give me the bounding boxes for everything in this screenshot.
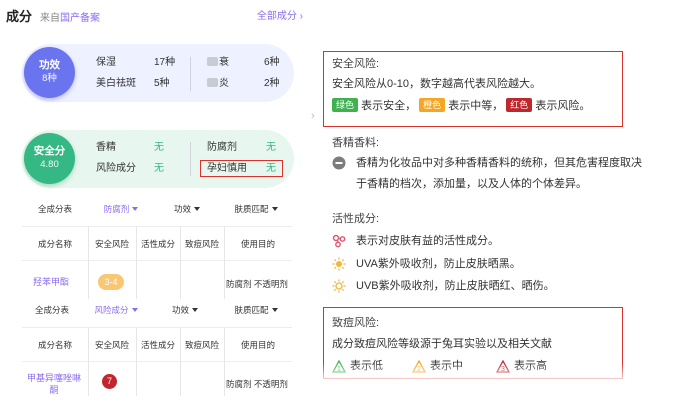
acne-legend-title: 致痘风险:	[332, 317, 380, 329]
filter-all-ingredients[interactable]: 全成分表	[22, 198, 88, 220]
efficacy-item-name: 炎	[207, 77, 229, 90]
ingredient-purpose: 防腐剂 不透明剂	[226, 279, 288, 289]
safety-item-name: 孕妇慎用	[207, 163, 247, 174]
molecule-icon	[332, 234, 346, 248]
chevron-down-icon	[194, 207, 200, 211]
efficacy-item-count: 17种	[154, 57, 176, 68]
table2-col-line	[224, 328, 225, 396]
filter-all-ingredients[interactable]: 全成分表	[22, 299, 82, 321]
col-acne-risk: 致痘风险	[184, 340, 219, 350]
fragrance-legend-desc-2: 于香精的档次，添加量，以及人体的个体差异。	[356, 178, 587, 190]
col-ingredient-name: 成分名称	[37, 340, 72, 350]
uva-sun-icon	[332, 257, 346, 271]
ingredient-name-link[interactable]: 甲基异噻唑啉酮	[24, 372, 84, 396]
safety-score-badge: 安全分 4.80	[24, 133, 75, 184]
safety-divider	[190, 142, 191, 176]
efficacy-label: 功效	[39, 59, 60, 71]
col-ingredient-name: 成分名称	[37, 239, 72, 249]
filter-efficacy[interactable]: 功效	[154, 198, 220, 220]
minus-circle-icon	[332, 156, 346, 170]
efficacy-item-count: 2种	[264, 78, 280, 89]
active-legend-title: 活性成分:	[332, 213, 380, 225]
safety-legend-title: 安全风险:	[332, 58, 380, 70]
safety-item-value: 无	[154, 142, 164, 153]
col-active-ingredient: 活性成分	[140, 340, 175, 350]
ingredient-name-link[interactable]: 羟苯甲酯	[33, 276, 69, 288]
efficacy-item-name: 衰	[207, 56, 229, 69]
efficacy-badge: 功效 8种	[24, 47, 75, 98]
fragrance-legend-title: 香精香料:	[332, 137, 380, 149]
safety-item-value: 无	[266, 163, 276, 174]
safety-legend-desc: 安全风险从0-10，数字越高代表风险越大。	[332, 78, 542, 90]
safety-score: 4.80	[40, 159, 59, 170]
efficacy-item-count: 5种	[154, 78, 170, 89]
safety-item-name: 香精	[96, 142, 116, 153]
all-ingredients-link[interactable]: 全部成分 ›	[257, 7, 303, 22]
safety-item-value: 无	[154, 163, 164, 174]
legend-panel: 安全风险: 安全风险从0-10，数字越高代表风险越大。 绿色 表示安全， 橙色 …	[320, 0, 693, 396]
chevron-down-icon	[192, 308, 198, 312]
safety-risk-badge: 3-4	[98, 274, 124, 290]
chevron-right-icon: ›	[311, 110, 315, 122]
uvb-sun-icon	[332, 279, 346, 293]
safety-item-name: 风险成分	[96, 163, 136, 174]
table1-col-line	[224, 227, 225, 299]
table1-header-row: 成分名称 安全风险 活性成分 致痘风险 使用目的	[22, 227, 292, 261]
filter-preservative[interactable]: 防腐剂	[88, 198, 154, 220]
table2-col-line	[180, 328, 181, 396]
efficacy-item-name: 美白祛斑	[96, 78, 136, 89]
col-safety-risk: 安全风险	[94, 239, 129, 249]
redacted-mark	[207, 57, 218, 66]
chevron-down-icon	[132, 207, 139, 211]
efficacy-count: 8种	[42, 73, 57, 84]
safety-label: 安全分	[33, 145, 66, 157]
chevron-down-icon	[271, 207, 278, 211]
filter-skin-match[interactable]: 肤质匹配	[220, 299, 292, 321]
source-name: 国产备案	[60, 13, 101, 24]
chevron-down-icon	[271, 308, 278, 312]
uva-legend-desc: UVA紫外吸收剂，防止皮肤晒黑。	[356, 258, 521, 270]
table1-col-line	[88, 227, 89, 299]
col-purpose: 使用目的	[240, 239, 275, 249]
col-acne-risk: 致痘风险	[184, 239, 219, 249]
safety-item-value: 无	[266, 142, 276, 153]
col-purpose: 使用目的	[240, 340, 275, 350]
filter-efficacy[interactable]: 功效	[150, 299, 220, 321]
efficacy-item-count: 6种	[264, 57, 280, 68]
acne-legend-desc: 成分致痘风险等级源于兔耳实验以及相关文献	[332, 338, 552, 350]
safety-item-name: 防腐剂	[207, 142, 237, 153]
table2-header-row: 成分名称 安全风险 活性成分 致痘风险 使用目的	[22, 328, 292, 362]
ingredient-purpose: 防腐剂 不透明剂	[226, 379, 288, 389]
ingredients-panel: 成分 来自国产备案 全部成分 › 功效 8种 保湿 17种 美白祛斑 5种 衰 …	[0, 0, 305, 396]
col-safety-risk: 安全风险	[94, 340, 129, 350]
efficacy-item-name: 保湿	[96, 57, 116, 68]
red-tag: 红色	[506, 98, 533, 112]
source-label: 来自国产备案	[40, 9, 100, 24]
table1-col-line	[180, 227, 181, 299]
ingredients-header: 成分 来自国产备案 全部成分 ›	[6, 6, 305, 24]
filter-skin-match[interactable]: 肤质匹配	[220, 198, 292, 220]
redacted-mark	[207, 78, 218, 87]
table1-col-line	[136, 227, 137, 299]
source-prefix: 来自	[40, 13, 61, 24]
filter-risk-ingredients[interactable]: 风险成分	[82, 299, 150, 321]
col-active-ingredient: 活性成分	[140, 239, 175, 249]
green-tag: 绿色	[332, 98, 359, 112]
bottom-fade	[320, 363, 693, 381]
table1-filter-bar: 全成分表 防腐剂 功效 肤质匹配	[22, 198, 292, 220]
orange-tag: 橙色	[419, 98, 446, 112]
efficacy-divider	[190, 57, 191, 91]
section-title: 成分	[6, 9, 33, 24]
chevron-down-icon	[131, 308, 138, 312]
fragrance-legend-desc-1: 香精为化妆品中对多种香精香料的统称，但其危害程度取决	[356, 157, 642, 169]
table2-col-line	[136, 328, 137, 396]
table2-col-line	[88, 328, 89, 396]
table2-filter-bar: 全成分表 风险成分 功效 肤质匹配	[22, 299, 292, 321]
uvb-legend-desc: UVB紫外吸收剂，防止皮肤晒红、晒伤。	[356, 280, 555, 292]
active-legend-desc: 表示对皮肤有益的活性成分。	[356, 235, 499, 247]
safety-legend-colors: 绿色 表示安全， 橙色 表示中等， 红色 表示风险。	[332, 98, 590, 114]
safety-risk-badge: 7	[102, 374, 117, 389]
